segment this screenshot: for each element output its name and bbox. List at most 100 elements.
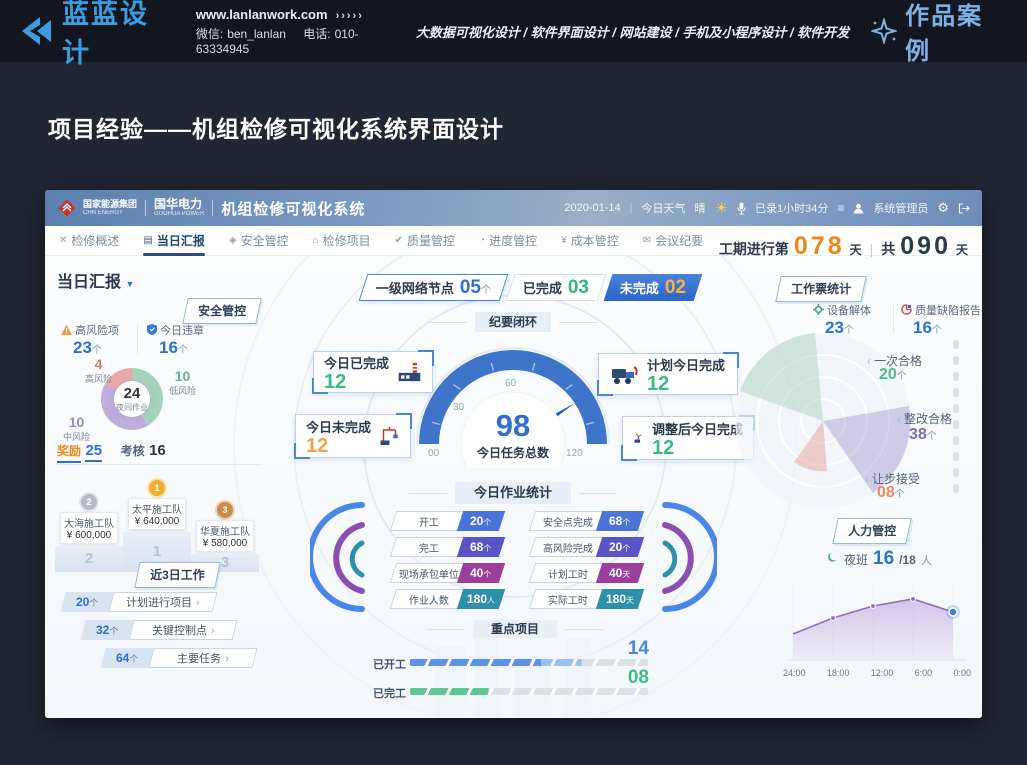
recent-count-1: 20个 <box>61 592 114 612</box>
hr-badge: 人力管控 <box>832 518 912 544</box>
weather-label: 今日天气 <box>642 200 686 216</box>
section-title-daily[interactable]: 当日汇报 ▼ <box>57 268 134 292</box>
gauge-value: 98 <box>443 410 583 441</box>
user-icon <box>853 203 864 214</box>
dashboard-screenshot: 国家能源集团CHN ENERGY 国华电力GUOHUA POWER 机组检修可视… <box>45 190 982 718</box>
tab-minutes[interactable]: ✉ 会议纪要 <box>643 226 703 256</box>
tab-quality[interactable]: ✔ 质量管控 <box>395 226 455 256</box>
network-node-segment: 一级网络节点05个 <box>359 274 509 301</box>
chevron-right-icon: › <box>196 597 200 609</box>
tab-label: 安全管控 <box>241 232 289 249</box>
mail-icon: ✉ <box>643 235 651 246</box>
donut-center-value: 24 <box>124 385 141 402</box>
page: 蓝蓝设计 www.lanlanwork.com››››› 微信:ben_lanl… <box>0 0 1027 765</box>
warning-triangle-icon <box>61 325 72 335</box>
team-name: 太平施工队 <box>132 501 182 516</box>
stat-label: 今日违章 <box>160 325 204 337</box>
team-amount: ¥ 580,000 <box>200 538 250 549</box>
schedule-unit: 天 <box>850 241 862 258</box>
recent-item-key-control-points[interactable]: 关键控制点› <box>129 620 238 640</box>
weather-value: 晴 <box>695 200 706 216</box>
tab-label: 质量管控 <box>407 232 455 249</box>
tab-overview[interactable]: ✕检修概述 <box>59 226 119 256</box>
logout-icon[interactable] <box>958 203 970 214</box>
org-block-2: 国华电力GUOHUA POWER <box>154 198 204 218</box>
recent-item-main-tasks[interactable]: 主要任务› <box>149 648 258 668</box>
tab-label: 会议纪要 <box>655 232 703 249</box>
tab-daily-report[interactable]: ▤当日汇报 <box>143 226 204 256</box>
silver-medal-icon: 2 <box>81 494 97 510</box>
work-stats-title: 今日作业统计 <box>455 482 571 504</box>
site-header: 蓝蓝设计 www.lanlanwork.com››››› 微信:ben_lanl… <box>0 0 1027 62</box>
hr-badge-text: 人力管控 <box>848 522 896 539</box>
schedule-days: 078 <box>794 232 845 261</box>
bronze-medal-icon: 3 <box>217 502 233 518</box>
tab-label: 当日汇报 <box>157 232 205 249</box>
reward-label[interactable]: 奖励 <box>57 444 81 463</box>
record-list-icon[interactable]: ≡ <box>837 201 844 215</box>
key-finished-bar <box>410 688 648 695</box>
factory-icon <box>397 359 422 385</box>
key-started-label: 已开工 <box>373 656 406 672</box>
stat-high-risk: 高风险项 23个 <box>61 322 119 358</box>
check-icon: ✔ <box>395 235 403 246</box>
header-divider2 <box>212 200 213 216</box>
quality-concession-value: 08个 <box>877 484 905 502</box>
night-shift-icon <box>827 552 839 564</box>
pill-planned-hours: 计划工时40天 <box>532 563 641 583</box>
quality-rectified-value: 38个 <box>909 426 937 444</box>
crane-icon <box>379 422 400 450</box>
donut-seg-mid: 10中风险 <box>63 414 90 443</box>
donut-seg-low: 10低风险 <box>169 368 196 397</box>
tab-label: 检修概述 <box>71 232 119 249</box>
reward-value: 25 <box>85 442 102 462</box>
recent-badge-text: 近3日工作 <box>150 566 205 583</box>
time-tick: 24:00 <box>783 668 806 678</box>
site-services: 大数据可视化设计 / 软件界面设计 / 网站建设 / 手机及小程序设计 / 软件… <box>416 22 849 41</box>
daily-title-text: 当日汇报 <box>57 274 121 291</box>
shield-icon: ◈ <box>229 235 237 246</box>
assess-label[interactable]: 考核 <box>121 444 145 458</box>
stat-label: 设备解体 <box>827 305 871 317</box>
work-ticket-badge: 工作票统计 <box>775 276 867 302</box>
key-started-value: 14 <box>605 638 649 660</box>
pill-contractors: 现场承包单位40个 <box>393 563 502 583</box>
chevron-down-icon[interactable]: ▼ <box>125 279 134 289</box>
tab-cost[interactable]: ¥成本管控 <box>561 226 619 256</box>
pill-workers: 作业人数180人 <box>393 589 502 609</box>
site-logo[interactable]: 蓝蓝设计 <box>18 0 178 70</box>
tab-safety[interactable]: ◈ 安全管控 <box>229 226 289 256</box>
stat-label: 质量缺陷报告 <box>915 305 981 317</box>
team-rank-2: 2 大海施工队¥ 600,000 2 <box>55 494 123 572</box>
user-name[interactable]: 系统管理员 <box>873 200 928 216</box>
tick-left-icon: ‹ <box>867 354 871 368</box>
schedule-sep: | <box>870 241 874 257</box>
safety-badge-text: 安全管控 <box>198 302 246 319</box>
settings-gear-icon[interactable]: ⚙ <box>937 200 949 216</box>
dash-body: 当日汇报 ▼ 安全管控 高风险项 23个 今日违章 16个 24夜间作业 <box>45 256 982 718</box>
skyline-building <box>565 638 591 716</box>
stat-violation: 今日违章 16个 <box>147 322 204 358</box>
org2-name: 国华电力 <box>154 198 204 211</box>
skyline-building <box>475 626 499 716</box>
tab-projects[interactable]: ⌂检修项目 <box>313 226 371 256</box>
tab-label: 进度管控 <box>489 232 537 249</box>
stat-unit: 个 <box>178 345 188 356</box>
card-undone-today: 今日未完成12 <box>295 414 411 458</box>
night-work-donut-chart: 24夜间作业 <box>101 368 163 430</box>
tick-left-icon: ‹ <box>897 412 901 426</box>
tab-progress[interactable]: ◔进度管控 <box>479 226 537 256</box>
pie-report-icon <box>901 304 912 315</box>
portfolio-link[interactable]: 作品案例 <box>871 0 1009 66</box>
microphone-icon[interactable] <box>737 202 746 215</box>
recent-item-planned-projects[interactable]: 计划进行项目› <box>109 592 218 612</box>
stat-value: 23 <box>73 338 92 357</box>
tick-left-icon: ‹ <box>865 472 869 486</box>
night-unit: 人 <box>921 552 932 568</box>
record-duration: 已录1小时34分 <box>755 200 828 216</box>
hr-chart-time-axis: 24:00 18:00 12:00 6:00 0:00 <box>783 668 971 678</box>
header-divider <box>145 200 146 216</box>
arc-decoration-left <box>310 501 368 613</box>
dash-header: 国家能源集团CHN ENERGY 国华电力GUOHUA POWER 机组检修可视… <box>45 190 982 226</box>
site-url[interactable]: www.lanlanwork.com <box>196 7 328 22</box>
